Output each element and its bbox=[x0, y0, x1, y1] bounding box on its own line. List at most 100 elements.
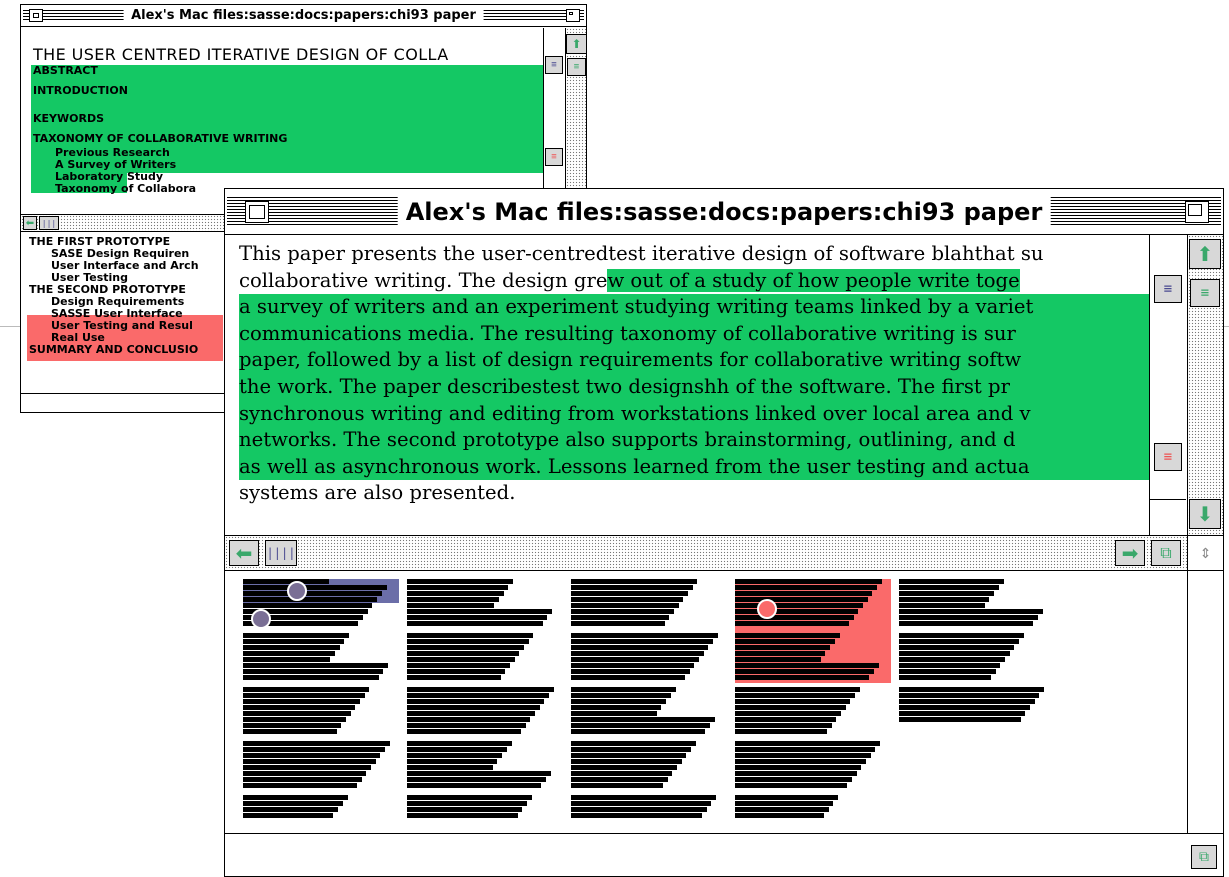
text-bar bbox=[407, 813, 518, 818]
annotation-marker-icon[interactable] bbox=[287, 581, 307, 601]
page-thumbnail[interactable] bbox=[899, 579, 1055, 825]
text-bar bbox=[735, 633, 840, 638]
scroll-right-arrow-icon[interactable]: ➡ bbox=[1115, 540, 1145, 566]
text-bar bbox=[243, 783, 357, 788]
scroll-thumb[interactable]: ≡ bbox=[545, 56, 563, 74]
page-thumbnail[interactable] bbox=[735, 579, 891, 825]
scroll-up-arrow-icon[interactable]: ⬆ bbox=[1189, 239, 1221, 269]
text-bar bbox=[735, 729, 828, 734]
scroll-left-arrow-icon[interactable]: ⬅ bbox=[23, 216, 37, 230]
page-thumbnail[interactable] bbox=[243, 579, 399, 825]
text-bar bbox=[571, 579, 698, 584]
annotation-marker-icon[interactable] bbox=[757, 599, 777, 619]
text-bar bbox=[571, 591, 688, 596]
scroll-down-arrow-icon[interactable]: ⬇ bbox=[1189, 499, 1221, 529]
text-bar bbox=[899, 615, 1038, 620]
text-bar bbox=[407, 753, 503, 758]
text-bar bbox=[571, 771, 673, 776]
text-highlighted: a survey of writers and an experiment st… bbox=[239, 295, 1034, 319]
upper-vertical-scrollbar[interactable]: ≡ ≡ bbox=[543, 28, 565, 214]
right-scroll-track[interactable]: ⬆ ≡ ⬇ bbox=[1187, 235, 1223, 535]
page-overview-pane[interactable] bbox=[225, 571, 1187, 833]
text-bar bbox=[571, 765, 678, 770]
text-line: synchronous writing and editing from wor… bbox=[239, 400, 1151, 428]
scroll-thumb[interactable]: ≡ bbox=[567, 58, 586, 76]
outline-item[interactable]: SUMMARY AND CONCLUSIO bbox=[29, 344, 199, 356]
text-bar bbox=[571, 813, 703, 818]
split-control[interactable]: ⇕ bbox=[1187, 535, 1223, 571]
scroll-left-arrow-icon[interactable]: ⬅ bbox=[229, 540, 259, 566]
scroll-thumb[interactable]: ≡ bbox=[545, 148, 563, 166]
text-plain: This paper presents the user-centredtest… bbox=[239, 242, 1044, 265]
title-bar[interactable]: Alex's Mac files:sasse:docs:papers:chi93… bbox=[225, 189, 1223, 235]
zoom-box[interactable] bbox=[1185, 201, 1209, 223]
page-thumbnail[interactable] bbox=[571, 579, 727, 825]
text-bar bbox=[735, 777, 852, 782]
text-bar bbox=[243, 639, 345, 644]
text-bar bbox=[571, 699, 667, 704]
outline-item[interactable]: KEYWORDS bbox=[33, 113, 287, 133]
zoom-box[interactable] bbox=[566, 9, 580, 22]
horizontal-scrollbar[interactable]: ⬅ |||| ➡ ⧉ bbox=[225, 535, 1187, 571]
resize-icon[interactable]: ⧉ bbox=[1191, 845, 1217, 869]
scroll-thumb[interactable]: ≡ bbox=[1190, 279, 1220, 307]
text-bar bbox=[407, 801, 528, 806]
text-bar bbox=[243, 663, 389, 668]
text-bar bbox=[899, 699, 1035, 704]
text-bar bbox=[243, 687, 370, 692]
text-bar bbox=[735, 579, 882, 584]
text-bar bbox=[243, 657, 331, 662]
document-window[interactable]: Alex's Mac files:sasse:docs:papers:chi93… bbox=[224, 188, 1224, 877]
text-bar bbox=[899, 591, 995, 596]
text-bar bbox=[735, 609, 859, 614]
text-bar bbox=[735, 723, 832, 728]
document-text[interactable]: This paper presents the user-centredtest… bbox=[239, 241, 1151, 531]
text-bar bbox=[243, 633, 350, 638]
text-bar bbox=[899, 663, 1001, 668]
text-bar bbox=[571, 687, 676, 692]
text-bar bbox=[571, 621, 665, 626]
text-line: systems are also presented. bbox=[239, 480, 1151, 507]
vertical-scrollbar[interactable]: ≡ ≡ bbox=[1149, 235, 1187, 535]
tile-icon[interactable]: ⧉ bbox=[1151, 540, 1181, 566]
text-bar bbox=[899, 621, 1034, 626]
close-box[interactable] bbox=[245, 201, 269, 223]
text-bar bbox=[407, 663, 510, 668]
text-bar bbox=[407, 585, 509, 590]
text-bar bbox=[735, 669, 874, 674]
text-bar bbox=[407, 723, 526, 728]
text-bar bbox=[243, 747, 385, 752]
text-bar bbox=[407, 657, 515, 662]
text-bar bbox=[735, 645, 831, 650]
page-thumbnail[interactable] bbox=[407, 579, 563, 825]
text-bar bbox=[243, 741, 390, 746]
overview-vertical-scrollbar[interactable] bbox=[1187, 571, 1223, 833]
text-bar bbox=[407, 759, 498, 764]
text-highlighted: synchronous writing and editing from wor… bbox=[239, 401, 1031, 425]
text-bar bbox=[735, 759, 867, 764]
text-line: as well as asynchronous work. Lessons le… bbox=[239, 453, 1151, 481]
text-bar bbox=[243, 813, 334, 818]
text-bar bbox=[899, 675, 992, 680]
annotation-marker-icon[interactable] bbox=[251, 609, 271, 629]
window-title: Alex's Mac files:sasse:docs:papers:chi93… bbox=[123, 5, 484, 26]
scroll-thumb[interactable]: |||| bbox=[265, 540, 297, 566]
scroll-thumb[interactable]: ||| bbox=[39, 216, 59, 230]
outline-item[interactable]: INTRODUCTION bbox=[33, 85, 287, 113]
text-bar bbox=[407, 579, 514, 584]
scroll-thumb[interactable]: ≡ bbox=[1154, 443, 1182, 471]
outline-item[interactable]: ABSTRACT bbox=[33, 65, 287, 85]
scroll-thumb[interactable]: ≡ bbox=[1154, 275, 1182, 303]
text-bar bbox=[243, 675, 379, 680]
text-bar bbox=[243, 705, 356, 710]
close-box[interactable] bbox=[29, 9, 43, 22]
text-bar bbox=[243, 729, 337, 734]
text-line: communications media. The resulting taxo… bbox=[239, 320, 1151, 348]
text-bar bbox=[571, 759, 682, 764]
outline-item[interactable]: TAXONOMY OF COLLABORATIVE WRITING bbox=[33, 133, 287, 147]
scroll-up-arrow-icon[interactable]: ⬆ bbox=[566, 34, 586, 54]
title-bar[interactable]: Alex's Mac files:sasse:docs:papers:chi93… bbox=[21, 5, 586, 27]
text-bar bbox=[571, 801, 712, 806]
right-scroll-track[interactable]: ⬆ ≡ bbox=[565, 28, 586, 214]
text-bar bbox=[735, 693, 856, 698]
